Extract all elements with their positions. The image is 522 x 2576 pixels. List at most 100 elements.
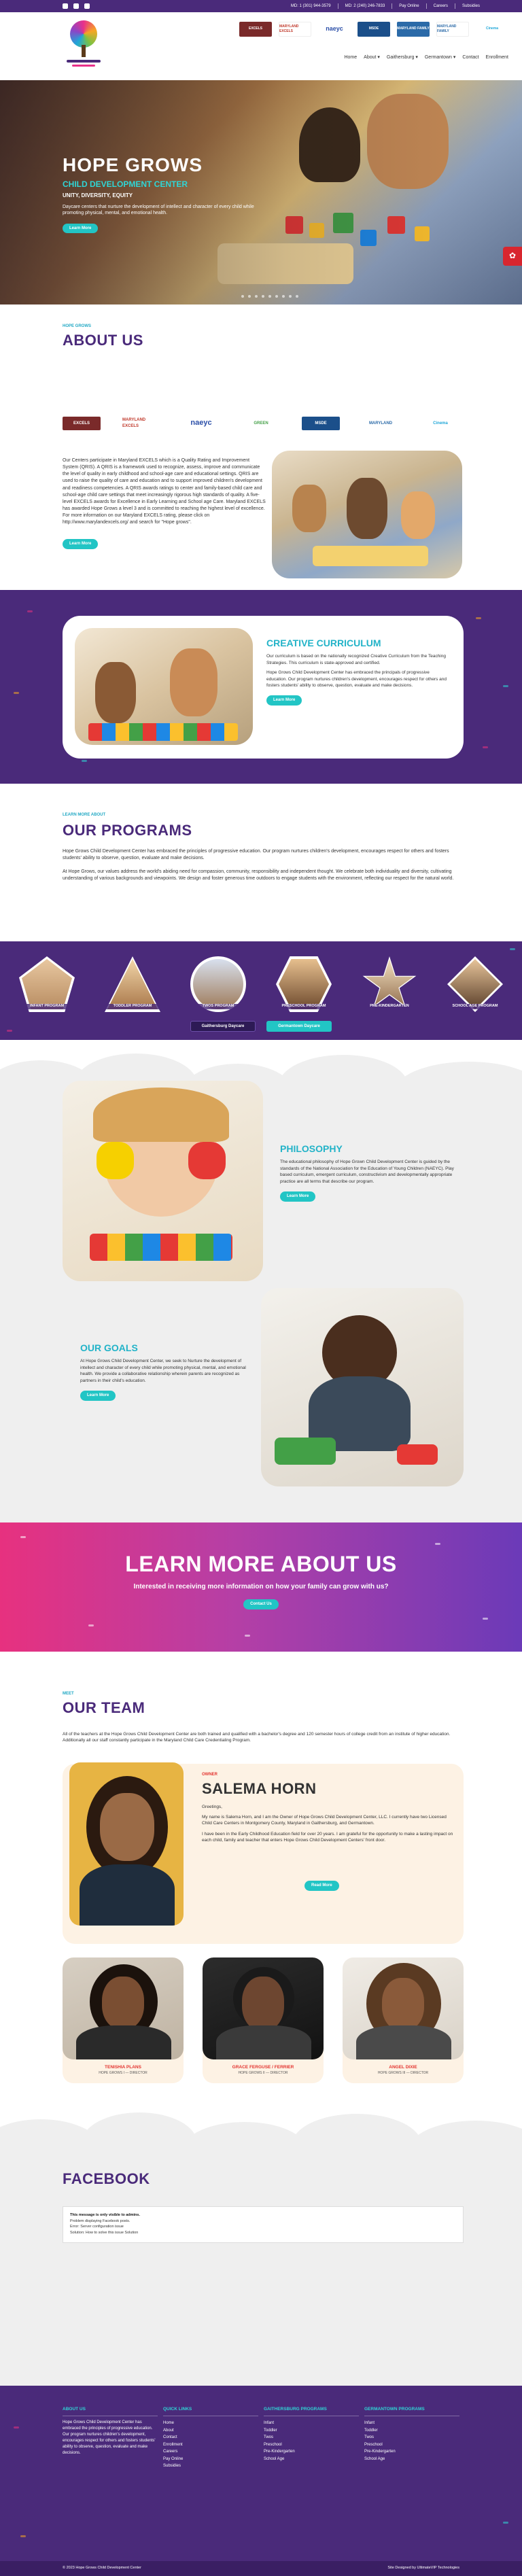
accessibility-icon[interactable]: ✿: [503, 247, 522, 266]
footer-germantown-programs: GERMANTOWN PROGRAMS Infant Toddler Twos …: [364, 2406, 459, 2470]
excels-logo: EXCELS: [63, 417, 101, 430]
program-item-toddler[interactable]: TODDLER PROGRAM: [99, 955, 166, 1016]
footer-link[interactable]: Careers: [163, 2448, 258, 2456]
philosophy-learn-more-button[interactable]: Learn More: [280, 1191, 316, 1202]
staff-photo: [203, 1957, 324, 2059]
nav-gaithersburg[interactable]: Gaithersburg ▾: [387, 54, 418, 61]
pay-online-link[interactable]: Pay Online: [398, 3, 420, 10]
footer-link[interactable]: School Age: [364, 2456, 459, 2463]
footer-link[interactable]: Enrollment: [163, 2441, 258, 2449]
footer-link[interactable]: Pre-Kindergarten: [264, 2448, 359, 2456]
staff-name: TENISHIA PLANS: [105, 2065, 141, 2070]
hero: HOPE GROWS CHILD DEVELOPMENT CENTER UNIT…: [0, 80, 522, 304]
program-item-school-age[interactable]: SCHOOL AGE PROGRAM: [442, 955, 508, 1016]
philosophy-title: PHILOSOPHY: [280, 1143, 343, 1154]
hero-text: Daycare centers that nurture the develop…: [63, 204, 254, 216]
footer-link[interactable]: Home: [163, 2420, 258, 2427]
face: [102, 1977, 144, 2030]
nav-about[interactable]: About ▾: [364, 54, 380, 61]
footer-germantown-title: GERMANTOWN PROGRAMS: [364, 2406, 459, 2417]
staff-card: ANGEL DIXIE HOPE GROWS III — DIRECTOR: [343, 1957, 464, 2083]
goals-learn-more-button[interactable]: Learn More: [80, 1390, 116, 1401]
about-title: ABOUT US: [63, 331, 143, 349]
paint-pots: [90, 1234, 232, 1261]
footer-link[interactable]: Pay Online: [163, 2456, 258, 2463]
copyright-bar: © 2023 Hope Grows Child Development Cent…: [0, 2561, 522, 2576]
footer-quick-links: QUICK LINKS Home About Contact Enrollmen…: [163, 2406, 258, 2470]
site-footer: ABOUT US Hope Grows Child Development Ce…: [0, 2386, 522, 2576]
footer-link[interactable]: Contact: [163, 2434, 258, 2441]
team-intro: All of the teachers at the Hope Grows Ch…: [63, 1731, 451, 1743]
footer-link[interactable]: Pre-Kindergarten: [364, 2448, 459, 2456]
footer-link[interactable]: Toddler: [364, 2427, 459, 2435]
curriculum-learn-more-button[interactable]: Learn More: [266, 695, 302, 706]
toy-blocks: [88, 723, 238, 741]
child-figure: [292, 485, 326, 532]
tab-germantown[interactable]: Germantown Daycare: [266, 1021, 332, 1032]
staff-name: GRACE FERGUSE / FERRIER: [232, 2065, 294, 2070]
programs-section: LEARN MORE ABOUT OUR PROGRAMS Hope Grows…: [0, 784, 522, 941]
subsidies-link[interactable]: Subsidies: [461, 3, 481, 10]
footer-link[interactable]: Preschool: [264, 2441, 359, 2449]
learn-more-cta: LEARN MORE ABOUT US Interested in receiv…: [0, 1522, 522, 1652]
phone-link-2[interactable]: MD: 2 (240) 246-7833: [344, 3, 387, 10]
owner-text-1: My name is Salema Horn, and I am the Own…: [202, 1815, 447, 1826]
cloud-divider: [0, 2100, 522, 2141]
program-label: TODDLER PROGRAM: [99, 1004, 166, 1009]
hero-learn-more-button[interactable]: Learn More: [63, 223, 99, 234]
maryland-excels-badge: MARYLAND EXCELS: [279, 22, 311, 37]
naeyc-badge: naeyc: [318, 22, 351, 37]
program-item-pre-kindergarten[interactable]: PRE-KINDERGARTEN: [356, 955, 423, 1016]
hero-tagline: UNITY, DIVERSITY, EQUITY: [63, 192, 133, 199]
nav-germantown[interactable]: Germantown ▾: [425, 54, 456, 61]
footer-link[interactable]: Toddler: [264, 2427, 359, 2435]
read-more-button[interactable]: Read More: [304, 1881, 339, 1891]
footer-link[interactable]: Preschool: [364, 2441, 459, 2449]
about-learn-more-button[interactable]: Learn More: [63, 539, 99, 549]
owner-role: OWNER: [202, 1773, 218, 1777]
careers-link[interactable]: Careers: [432, 3, 449, 10]
program-item-twos[interactable]: TWOS PROGRAM: [185, 955, 251, 1016]
fb-solution-link[interactable]: Solution: How to solve this issue Soluti…: [70, 2230, 456, 2236]
nav-home[interactable]: Home: [344, 54, 357, 61]
naeyc-logo: naeyc: [190, 419, 212, 428]
social-links: [63, 3, 90, 9]
footer-link[interactable]: Infant: [264, 2420, 359, 2427]
designer-credit[interactable]: Site Designed by UltimateVIP Technologie…: [387, 2566, 459, 2571]
footer-link[interactable]: Twos: [364, 2434, 459, 2441]
facebook-feed: This message is only visible to admins. …: [63, 2206, 464, 2243]
footer-link[interactable]: About: [163, 2427, 258, 2435]
facebook-icon[interactable]: [73, 3, 79, 9]
program-item-preschool[interactable]: PRESCHOOL PROGRAM: [271, 955, 337, 1016]
tab-gaithersburg[interactable]: Gaithersburg Daycare: [190, 1021, 256, 1032]
team-title: OUR TEAM: [63, 1699, 145, 1716]
child-figure: [95, 662, 136, 723]
nav-enrollment[interactable]: Enrollment: [486, 54, 508, 61]
goals-title: OUR GOALS: [80, 1342, 138, 1353]
cta-title: LEARN MORE ABOUT US: [125, 1552, 397, 1576]
footer-link[interactable]: Twos: [264, 2434, 359, 2441]
contact-us-button[interactable]: Contact Us: [243, 1599, 279, 1609]
chevron-down-icon: ▾: [415, 55, 418, 60]
footer-link[interactable]: School Age: [264, 2456, 359, 2463]
site-logo[interactable]: [63, 18, 105, 68]
jacket: [356, 2025, 451, 2059]
staff-role: HOPE GROWS I — DIRECTOR: [99, 2071, 147, 2075]
programs-band: INFANT PROGRAM TODDLER PROGRAM TWOS PROG…: [0, 941, 522, 1040]
goals-photo: [261, 1288, 464, 1486]
divider: [425, 3, 427, 9]
instagram-icon[interactable]: [63, 3, 68, 9]
program-label: PRESCHOOL PROGRAM: [271, 1004, 337, 1009]
program-item-infant[interactable]: INFANT PROGRAM: [14, 955, 80, 1016]
program-list: INFANT PROGRAM TODDLER PROGRAM TWOS PROG…: [14, 955, 508, 1016]
footer-link[interactable]: Subsidies: [163, 2462, 258, 2470]
phone-link-1[interactable]: MD: 1 (301) 944-3579: [290, 3, 332, 10]
teacher-figure: [347, 478, 387, 539]
carousel-dots[interactable]: [241, 295, 298, 298]
nav-contact[interactable]: Contact: [462, 54, 478, 61]
staff-photo: [63, 1957, 184, 2059]
footer-link[interactable]: Infant: [364, 2420, 459, 2427]
owner-name: SALEMA HORN: [202, 1779, 317, 1797]
youtube-icon[interactable]: [84, 3, 90, 9]
msde-badge: MSDE: [358, 22, 390, 37]
